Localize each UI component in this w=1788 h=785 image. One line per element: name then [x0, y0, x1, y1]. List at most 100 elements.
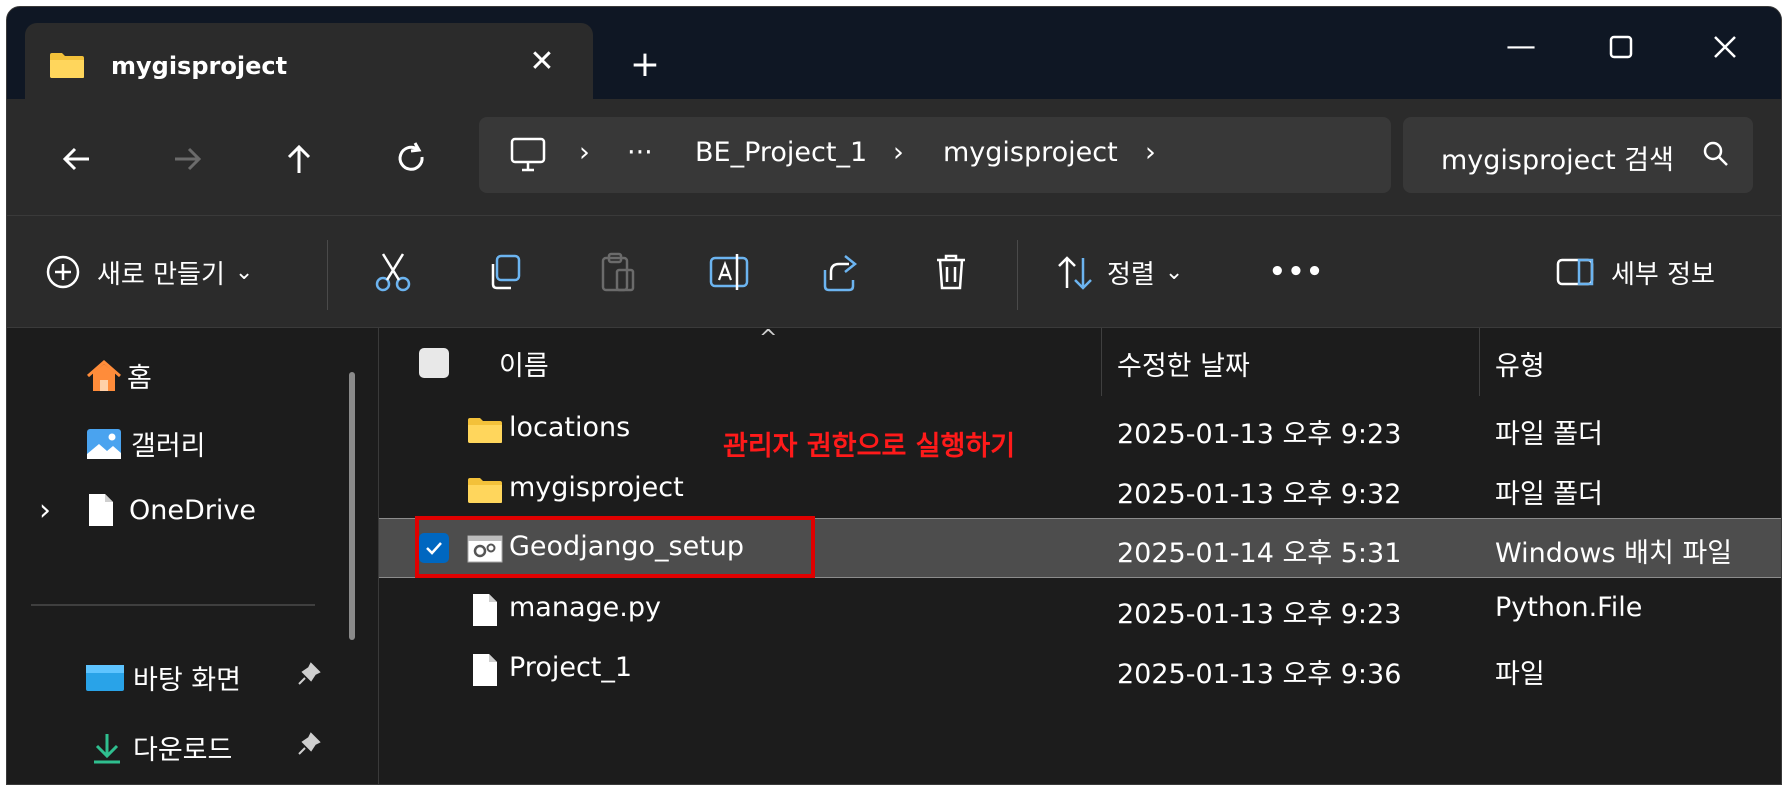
back-arrow-icon — [62, 147, 89, 171]
share-icon — [823, 255, 858, 292]
pin-icon[interactable] — [297, 732, 321, 756]
home-icon — [87, 359, 121, 391]
this-pc-icon — [510, 137, 546, 172]
file-icon — [473, 654, 497, 686]
gallery-icon — [87, 428, 121, 459]
details-pane-icon — [1556, 258, 1594, 286]
file-date: 2025-01-13 오후 9:32 — [1117, 479, 1402, 510]
new-tab-button[interactable]: + — [625, 45, 665, 85]
search-icon[interactable] — [1701, 139, 1731, 169]
column-header-date[interactable]: 수정한 날짜 — [1117, 344, 1250, 383]
table-row[interactable]: locations 2025-01-13 오후 9:23 파일 폴더 — [379, 400, 1781, 460]
breadcrumb-be-project-1[interactable]: BE_Project_1 — [695, 137, 867, 168]
address-bar[interactable]: › ··· BE_Project_1 › mygisproject › — [479, 117, 1391, 193]
pin-icon[interactable] — [297, 662, 321, 686]
sidebar-divider — [31, 604, 315, 606]
sidebar-scrollbar[interactable] — [349, 372, 355, 640]
file-date: 2025-01-13 오후 9:23 — [1117, 599, 1402, 630]
command-bar: 새로 만들기 ⌄ 정렬 ⌄ ••• 세부 정보 — [7, 215, 1781, 327]
chevron-down-icon: ⌄ — [1164, 259, 1184, 285]
share-button[interactable] — [819, 250, 863, 294]
highlight-box — [415, 516, 815, 578]
maximize-button[interactable] — [1591, 27, 1651, 67]
sidebar-item-label: 바탕 화면 — [133, 665, 241, 696]
delete-button[interactable] — [929, 250, 973, 294]
paste-button[interactable] — [595, 250, 639, 294]
breadcrumb-chevron-icon[interactable]: › — [579, 137, 590, 168]
forward-arrow-icon — [175, 147, 202, 171]
copy-button[interactable] — [483, 250, 527, 294]
file-date: 2025-01-14 오후 5:31 — [1117, 538, 1402, 569]
column-header-type[interactable]: 유형 — [1495, 344, 1545, 383]
cut-button[interactable] — [371, 250, 415, 294]
file-name: manage.py — [509, 592, 661, 623]
copy-icon — [491, 254, 521, 290]
sidebar-item-onedrive[interactable]: › OneDrive — [39, 492, 256, 528]
tab-close-icon[interactable]: ✕ — [525, 45, 559, 79]
breadcrumb-chevron-icon[interactable]: › — [1145, 137, 1156, 168]
tab-mygisproject[interactable]: mygisproject ✕ — [25, 23, 593, 99]
desktop-icon — [86, 664, 124, 691]
back-button[interactable] — [47, 129, 107, 189]
tab-title: mygisproject — [111, 52, 288, 80]
close-button[interactable] — [1695, 27, 1755, 67]
rename-button[interactable] — [707, 250, 751, 294]
folder-icon — [468, 478, 502, 503]
column-divider[interactable] — [1101, 328, 1102, 396]
divider — [1017, 240, 1018, 310]
title-bar: mygisproject ✕ + — — [7, 7, 1781, 99]
sort-indicator-icon: ^ — [759, 326, 778, 351]
column-divider[interactable] — [1479, 328, 1480, 396]
new-button[interactable]: 새로 만들기 ⌄ — [43, 250, 253, 294]
file-name: Project_1 — [509, 652, 633, 683]
file-icon — [89, 494, 113, 526]
details-label: 세부 정보 — [1611, 259, 1715, 290]
sidebar-item-label: 갤러리 — [131, 431, 206, 462]
file-type: 파일 폴더 — [1495, 419, 1603, 450]
file-icon — [473, 594, 497, 626]
sort-button[interactable]: 정렬 ⌄ — [1053, 250, 1183, 294]
scissors-icon — [375, 253, 411, 292]
divider — [327, 240, 328, 310]
file-date: 2025-01-13 오후 9:23 — [1117, 419, 1402, 450]
table-row[interactable]: manage.py 2025-01-13 오후 9:23 Python.File — [379, 580, 1781, 640]
chevron-down-icon: ⌄ — [234, 259, 254, 285]
table-row[interactable]: mygisproject 2025-01-13 오후 9:32 파일 폴더 — [379, 460, 1781, 520]
sidebar-item-label: OneDrive — [129, 494, 256, 526]
new-button-label: 새로 만들기 — [97, 259, 225, 290]
column-header-name[interactable]: 이름 — [499, 344, 549, 383]
run-as-admin-annotation: 관리자 권한으로 실행하기 — [723, 431, 1016, 462]
refresh-button[interactable] — [381, 129, 441, 189]
forward-button[interactable] — [157, 129, 217, 189]
sidebar-item-label: 다운로드 — [133, 735, 233, 766]
navigation-bar: › ··· BE_Project_1 › mygisproject › mygi… — [7, 99, 1781, 215]
table-row[interactable]: Project_1 2025-01-13 오후 9:36 파일 — [379, 640, 1781, 700]
sort-icon — [1058, 256, 1092, 290]
navigation-pane: 홈 갤러리 › OneDrive 바탕 화면 다운로드 — [7, 327, 379, 784]
breadcrumb-chevron-icon[interactable]: › — [893, 137, 904, 168]
sidebar-item-label: 홈 — [127, 363, 152, 394]
sidebar-item-downloads[interactable]: 다운로드 — [89, 728, 232, 767]
breadcrumb-mygisproject[interactable]: mygisproject — [943, 137, 1118, 168]
minimize-button[interactable]: — — [1491, 27, 1551, 67]
download-icon — [94, 733, 120, 763]
more-options-button[interactable]: ••• — [1269, 250, 1325, 294]
file-type: Windows 배치 파일 — [1495, 538, 1733, 569]
file-type: Python.File — [1495, 592, 1643, 623]
sidebar-item-gallery[interactable]: 갤러리 — [85, 424, 206, 463]
file-name: locations — [509, 412, 631, 443]
sidebar-item-desktop[interactable]: 바탕 화면 — [85, 658, 241, 697]
add-circle-icon — [46, 255, 80, 289]
search-input[interactable]: mygisproject 검색 — [1441, 138, 1681, 177]
search-box[interactable]: mygisproject 검색 — [1403, 117, 1753, 193]
sidebar-item-home[interactable]: 홈 — [85, 356, 152, 395]
folder-icon — [468, 418, 502, 443]
select-all-checkbox[interactable] — [419, 348, 449, 378]
breadcrumb-overflow[interactable]: ··· — [627, 137, 653, 168]
details-pane-button[interactable]: 세부 정보 — [1555, 250, 1715, 294]
close-icon — [1714, 36, 1736, 58]
sort-label: 정렬 — [1107, 259, 1155, 290]
up-button[interactable] — [269, 129, 329, 189]
file-type: 파일 — [1495, 659, 1545, 690]
expand-chevron-icon[interactable]: › — [39, 493, 85, 528]
